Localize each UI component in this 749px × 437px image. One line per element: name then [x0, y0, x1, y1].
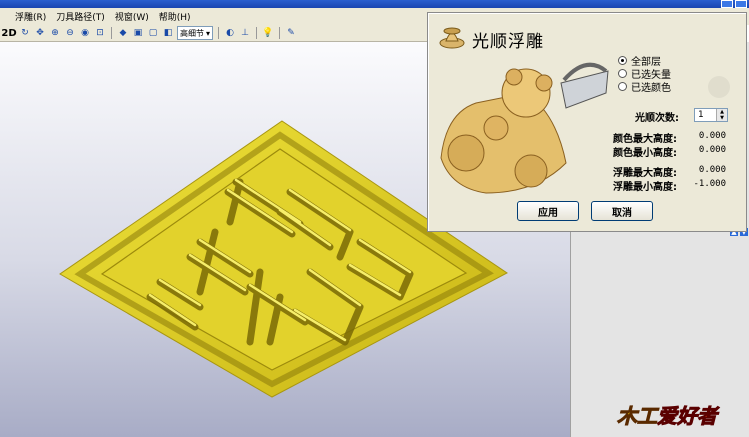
radio-label: 已选颜色: [631, 83, 671, 94]
smooth-count-value: 1: [698, 110, 704, 120]
radio-button[interactable]: [618, 56, 627, 65]
radio-button[interactable]: [618, 82, 627, 91]
view-2d-button[interactable]: 2D: [1, 27, 16, 39]
rotate-icon[interactable]: ↻: [19, 27, 31, 39]
pan-icon[interactable]: ✥: [34, 27, 46, 39]
render-shaded-icon[interactable]: ◐: [224, 27, 236, 39]
menu-toolpath[interactable]: 刀具路径(T): [56, 10, 105, 23]
menu-window[interactable]: 视窗(W): [115, 10, 149, 23]
color-min-value: 0.000: [698, 145, 726, 155]
side-view-icon[interactable]: ▢: [147, 27, 159, 39]
color-swatch: [708, 76, 730, 98]
menu-help[interactable]: 帮助(H): [159, 10, 191, 23]
material-icon[interactable]: ✎: [285, 27, 297, 39]
brand-part1: 木工: [617, 404, 658, 429]
brand-logo: 木工爱好者: [617, 400, 718, 429]
smooth-count-stepper[interactable]: 1 ▲ ▼: [694, 108, 728, 122]
color-max-value: 0.000: [698, 131, 726, 141]
relief-min-label: 浮雕最小高度:: [613, 182, 677, 193]
toolbar-separator: [218, 27, 220, 39]
relief-inner-field: [100, 148, 468, 371]
apply-button[interactable]: 应用: [517, 201, 579, 221]
front-view-icon[interactable]: ▣: [132, 27, 144, 39]
detail-select-value: 高细节: [180, 28, 204, 38]
toolbar-separator: [256, 27, 258, 39]
radio-button[interactable]: [618, 69, 627, 78]
restore-button[interactable]: [735, 0, 747, 8]
color-min-label: 颜色最小高度:: [613, 148, 677, 159]
relief-max-label: 浮雕最大高度:: [613, 168, 677, 179]
brand-part2: 爱好者: [657, 404, 718, 429]
render-axis-icon[interactable]: ⊥: [239, 27, 251, 39]
iso-view-icon[interactable]: ◆: [117, 27, 129, 39]
chevron-down-icon: ▾: [206, 28, 211, 38]
toolbar-separator: [279, 27, 281, 39]
title-bar: [0, 0, 749, 8]
detail-select[interactable]: 高细节 ▾: [177, 26, 214, 40]
cancel-button[interactable]: 取消: [591, 201, 653, 221]
color-max-label: 颜色最大高度:: [613, 134, 677, 145]
smooth-count-label: 光顺次数:: [635, 113, 679, 124]
radio-selected-colors[interactable]: 已选颜色: [618, 80, 671, 94]
toolbar-separator: [111, 27, 112, 39]
zoom-in-icon[interactable]: ⊕: [49, 27, 61, 39]
dialog-title: 光顺浮雕: [472, 32, 544, 52]
top-view-icon[interactable]: ◧: [162, 27, 174, 39]
zoom-fit-icon[interactable]: ◉: [79, 27, 91, 39]
menu-relief[interactable]: 浮雕(R): [15, 10, 46, 23]
relief-max-value: 0.000: [698, 165, 726, 175]
smooth-relief-dialog: 光顺浮雕 全部层 已选矢量 已选颜色 光顺次数: 1 ▲ ▼ 颜色最大高度: 0.…: [427, 12, 747, 232]
relief-3d-icon: [439, 27, 465, 49]
light-bulb-icon[interactable]: 💡: [262, 27, 274, 39]
zoom-window-icon[interactable]: ⊡: [94, 27, 106, 39]
scope-radio-group: 全部层 已选矢量 已选颜色: [618, 54, 671, 94]
zoom-out-icon[interactable]: ⊖: [64, 27, 76, 39]
view-toolbar: 2D ↻ ✥ ⊕ ⊖ ◉ ⊡ ◆ ▣ ▢ ◧ 高细节 ▾ ◐ ⊥ 💡 ✎: [0, 25, 430, 42]
minimize-button[interactable]: [721, 0, 733, 8]
relief-min-value: -1.000: [693, 179, 726, 189]
bear-teddy-iron-preview: [440, 62, 609, 194]
spin-arrows-icon[interactable]: ▲ ▼: [716, 109, 727, 121]
